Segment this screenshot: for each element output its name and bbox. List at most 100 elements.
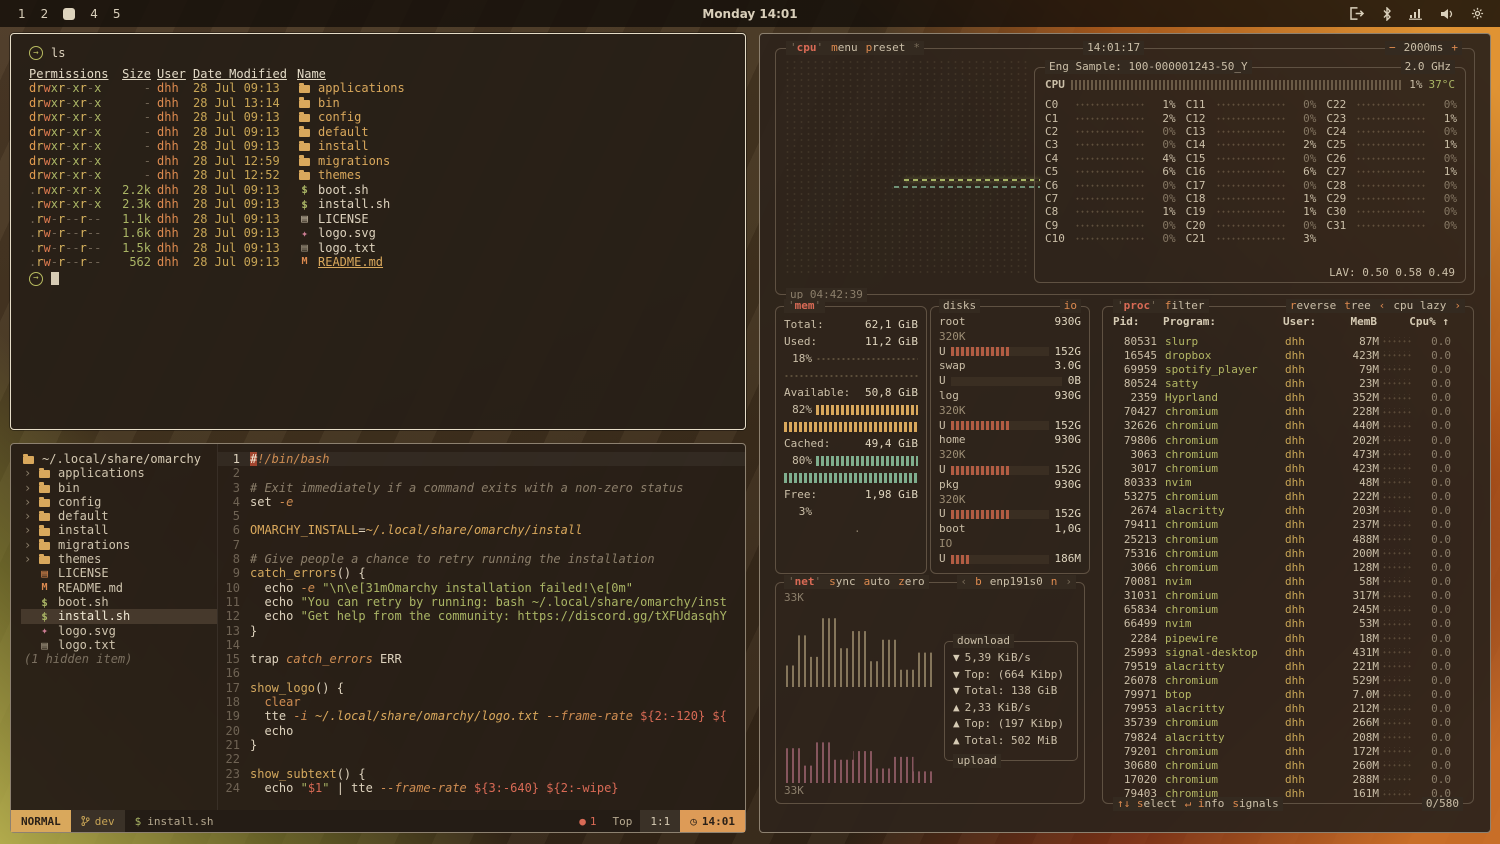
process-row[interactable]: 25213chromiumdhh488M0.0: [1115, 532, 1463, 546]
process-row[interactable]: 75316chromiumdhh200M0.0: [1115, 546, 1463, 560]
process-row[interactable]: 35739chromiumdhh266M0.0: [1115, 716, 1463, 730]
header-program[interactable]: Program:: [1163, 315, 1283, 328]
tree-item[interactable]: ›config: [21, 495, 217, 509]
header-user[interactable]: User:: [1283, 315, 1327, 328]
net-interface-switcher[interactable]: ‹b enp191s0 n›: [957, 575, 1076, 589]
workspace-5[interactable]: 5: [113, 8, 121, 20]
process-row[interactable]: 66499nvimdhh53M0.0: [1115, 617, 1463, 631]
process-row[interactable]: 17020chromiumdhh288M0.0: [1115, 772, 1463, 786]
interval-decrease[interactable]: −: [1389, 41, 1396, 55]
workspace-1[interactable]: 1: [18, 8, 26, 20]
tree-item[interactable]: ▤logo.txt: [21, 638, 217, 652]
process-row[interactable]: 79971btopdhh7.0M0.0: [1115, 688, 1463, 702]
ls-header-user: User: [157, 67, 186, 82]
process-row[interactable]: 3066chromiumdhh128M0.0: [1115, 560, 1463, 574]
process-row[interactable]: 31031chromiumdhh317M0.0: [1115, 589, 1463, 603]
tree-item[interactable]: (1 hidden item): [21, 652, 217, 666]
process-row[interactable]: 2674alacrittydhh203M0.0: [1115, 504, 1463, 518]
disks-io-toggle[interactable]: io: [1060, 299, 1081, 313]
process-row[interactable]: 53275chromiumdhh222M0.0: [1115, 490, 1463, 504]
header-memb[interactable]: MemB: [1327, 315, 1377, 328]
editor-window[interactable]: ~/.local/share/omarchy ›applications›bin…: [10, 443, 746, 833]
process-row[interactable]: 3017chromiumdhh423M0.0: [1115, 461, 1463, 475]
net-auto-button[interactable]: auto: [864, 575, 891, 589]
workspace-4[interactable]: 4: [90, 8, 98, 20]
process-row[interactable]: 65834chromiumdhh245M0.0: [1115, 603, 1463, 617]
mem-box-title: 'mem': [784, 299, 825, 313]
process-row[interactable]: 32626chromiumdhh440M0.0: [1115, 419, 1463, 433]
tree-item[interactable]: ▤LICENSE: [21, 566, 217, 580]
header-cpu[interactable]: Cpu% ↑: [1377, 315, 1449, 328]
filter-button[interactable]: filter: [1165, 299, 1205, 313]
tree-item[interactable]: $boot.sh: [21, 595, 217, 609]
process-row[interactable]: 79201chromiumdhh172M0.0: [1115, 744, 1463, 758]
line-number: 16: [218, 666, 250, 680]
permissions-cell: .rw-r--r--: [29, 241, 117, 256]
tree-item[interactable]: ✦logo.svg: [21, 624, 217, 638]
process-row[interactable]: 26078chromiumdhh529M0.0: [1115, 673, 1463, 687]
process-cpu-graph: [1382, 394, 1412, 402]
code-editor[interactable]: 1#!/bin/bash23# Exit immediately if a co…: [218, 444, 745, 810]
process-row[interactable]: 80524sattydhh23M0.0: [1115, 376, 1463, 390]
signals-action[interactable]: signals: [1232, 797, 1278, 810]
terminal-prompt[interactable]: →: [29, 272, 745, 286]
tree-item[interactable]: ›install: [21, 523, 217, 537]
process-row[interactable]: 16545dropboxdhh423M0.0: [1115, 348, 1463, 362]
logout-icon[interactable]: [1350, 7, 1365, 20]
net-scale-bottom: 33K: [784, 784, 804, 797]
process-row[interactable]: 69959spotify_playerdhh79M0.0: [1115, 362, 1463, 376]
preset-button[interactable]: preset: [866, 41, 906, 55]
menu-button[interactable]: menu: [831, 41, 858, 55]
net-zero-button[interactable]: zero: [898, 575, 925, 589]
process-row[interactable]: 79953alacrittydhh212M0.0: [1115, 702, 1463, 716]
tree-button[interactable]: tree: [1344, 299, 1371, 313]
editor-line: 12 echo "Get help from the community: ht…: [218, 609, 745, 623]
tree-root[interactable]: ~/.local/share/omarchy: [21, 452, 217, 466]
reverse-button[interactable]: reverse: [1290, 299, 1336, 313]
workspace-2[interactable]: 2: [41, 8, 49, 20]
tree-item[interactable]: MREADME.md: [21, 581, 217, 595]
process-row[interactable]: 2359Hyprlanddhh352M0.0: [1115, 391, 1463, 405]
process-row[interactable]: 80531slurpdhh87M0.0: [1115, 334, 1463, 348]
file-row: drwxr-xr-x-dhh28 Jul 09:13config: [29, 110, 745, 125]
volume-icon[interactable]: [1440, 8, 1454, 20]
process-row[interactable]: 79519alacrittydhh221M0.0: [1115, 659, 1463, 673]
workspace-3[interactable]: [63, 8, 75, 20]
process-cpu-graph: [1382, 521, 1412, 529]
process-row[interactable]: 70081nvimdhh58M0.0: [1115, 574, 1463, 588]
process-row[interactable]: 79824alacrittydhh208M0.0: [1115, 730, 1463, 744]
process-row[interactable]: 3063chromiumdhh473M0.0: [1115, 447, 1463, 461]
process-row[interactable]: 30680chromiumdhh260M0.0: [1115, 758, 1463, 772]
interval-increase[interactable]: +: [1451, 41, 1458, 55]
sort-next[interactable]: ›: [1454, 299, 1461, 313]
net-sync-button[interactable]: sync: [829, 575, 856, 589]
process-row[interactable]: 25993signal-desktopdhh431M0.0: [1115, 645, 1463, 659]
tree-item[interactable]: ›bin: [21, 481, 217, 495]
system-monitor-window[interactable]: 'cpu' menu preset * 14:01:17 − 2000ms + …: [759, 33, 1491, 833]
bluetooth-icon[interactable]: [1382, 7, 1392, 21]
header-pid[interactable]: Pid:: [1113, 315, 1163, 328]
process-row[interactable]: 79806chromiumdhh202M0.0: [1115, 433, 1463, 447]
tree-item[interactable]: ›applications: [21, 466, 217, 480]
editor-lines: 1#!/bin/bash23# Exit immediately if a co…: [218, 452, 745, 795]
user-cell: dhh: [157, 125, 193, 140]
terminal-window[interactable]: → ls Permissions Size User Date Modified…: [10, 33, 746, 430]
cpu-core-row: C200%: [1186, 219, 1317, 232]
tree-item[interactable]: $install.sh: [21, 609, 217, 623]
process-row[interactable]: 2284pipewiredhh18M0.0: [1115, 631, 1463, 645]
file-row: .rw-r--r--1.1kdhh28 Jul 09:13▤LICENSE: [29, 212, 745, 227]
sort-prev[interactable]: ‹: [1379, 299, 1386, 313]
cpu-core-row: C150%: [1186, 152, 1317, 165]
tree-item[interactable]: ›migrations: [21, 538, 217, 552]
info-action[interactable]: info: [1198, 797, 1225, 810]
process-row[interactable]: 79411chromiumdhh237M0.0: [1115, 518, 1463, 532]
diagnostics-count: ●1: [571, 810, 604, 832]
process-row[interactable]: 70427chromiumdhh228M0.0: [1115, 405, 1463, 419]
network-icon[interactable]: [1409, 8, 1423, 20]
tree-item[interactable]: ›default: [21, 509, 217, 523]
select-action[interactable]: select: [1137, 797, 1177, 810]
editor-line: 2: [218, 466, 745, 480]
tree-item[interactable]: ›themes: [21, 552, 217, 566]
process-row[interactable]: 80333nvimdhh48M0.0: [1115, 475, 1463, 489]
settings-icon[interactable]: [1471, 7, 1484, 20]
